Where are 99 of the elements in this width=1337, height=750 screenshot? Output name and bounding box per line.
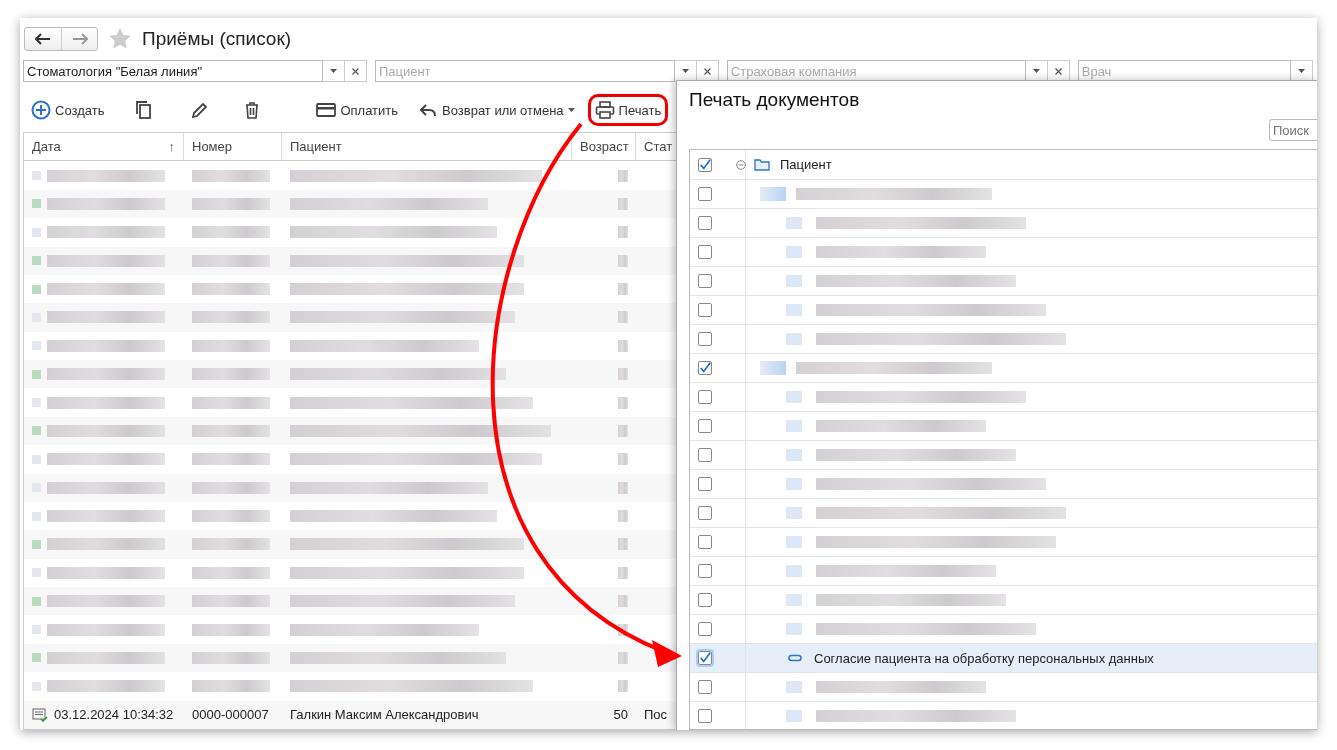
blurred-text: [618, 481, 628, 494]
checkbox[interactable]: [698, 622, 712, 636]
checkbox[interactable]: [698, 564, 712, 578]
blurred-text: [618, 368, 628, 381]
dropdown-icon[interactable]: [1298, 69, 1305, 73]
blurred-icon: [760, 187, 786, 201]
blurred-icon: [786, 681, 802, 693]
checkbox[interactable]: [698, 390, 712, 404]
dropdown-icon[interactable]: [329, 69, 337, 73]
filter-field[interactable]: Врач: [1077, 60, 1291, 82]
folder-icon: [754, 158, 770, 171]
blurred-text: [618, 510, 628, 523]
checkbox[interactable]: [698, 303, 712, 317]
checkbox[interactable]: [698, 593, 712, 607]
blurred-icon: [786, 536, 802, 548]
star-icon[interactable]: [108, 27, 132, 51]
column-header[interactable]: Возраст: [572, 133, 636, 161]
blurred-text: [618, 424, 628, 437]
age-cell-text: 50: [612, 707, 629, 723]
blurred-text: [618, 453, 628, 466]
checkbox[interactable]: [698, 332, 712, 346]
blurred-text: [618, 680, 628, 693]
card-icon: [316, 100, 337, 120]
sort-arrow: ↑: [168, 139, 175, 155]
return-button[interactable]: Возврат или отмена: [411, 94, 582, 126]
blurred-icon: [786, 246, 802, 258]
status-cell-text: Пос: [643, 707, 669, 723]
blurred-icon: [786, 623, 802, 635]
blurred-icon: [786, 420, 802, 432]
collapse-icon[interactable]: [736, 159, 746, 170]
dropdown-icon[interactable]: [1032, 69, 1040, 73]
patient-cell-text: Галкин Максим Александрович: [289, 707, 480, 723]
blurred-text: [618, 169, 628, 182]
filter-field[interactable]: Страховая компания: [726, 60, 1026, 82]
blurred-icon: [786, 507, 802, 519]
blurred-text: [618, 197, 628, 210]
search-field[interactable]: Поиск: [1269, 119, 1317, 141]
blurred-icon: [786, 217, 802, 229]
checkbox[interactable]: [698, 448, 712, 462]
blurred-icon: [786, 594, 802, 606]
pay-button[interactable]: Оплатить: [309, 94, 406, 126]
blurred-text: [618, 339, 628, 352]
plus-icon: [31, 100, 51, 120]
checkbox[interactable]: [698, 535, 712, 549]
blurred-text: [618, 283, 628, 296]
filter-field[interactable]: Пациент: [374, 60, 675, 82]
blurred-icon: [786, 478, 802, 490]
window-title: Приёмы (список): [142, 28, 292, 50]
dropdown-icon[interactable]: [681, 69, 689, 73]
checkbox[interactable]: [698, 419, 712, 433]
blurred-icon: [760, 361, 786, 375]
column-header[interactable]: Дата ↑: [24, 133, 184, 161]
column-header[interactable]: Номер: [184, 133, 282, 161]
document-icon: [788, 654, 802, 662]
back-arrow-icon: [35, 33, 51, 45]
blurred-icon: [786, 565, 802, 577]
filter-field[interactable]: Стоматология "Белая линия": [23, 60, 323, 82]
checkbox[interactable]: [698, 709, 712, 723]
checkbox[interactable]: [698, 506, 712, 520]
blurred-text: [618, 396, 628, 409]
blurred-icon: [786, 710, 802, 722]
checkbox[interactable]: [698, 361, 712, 375]
dialog-title: Печать документов: [688, 88, 861, 112]
checkbox[interactable]: [698, 274, 712, 288]
column-header[interactable]: Пациент: [282, 133, 572, 161]
caret-icon: [567, 108, 575, 112]
checkbox[interactable]: [698, 680, 712, 694]
date-cell: 03.12.2024 10:34:32: [54, 707, 174, 723]
number-cell-text: 0000-000007: [191, 707, 270, 723]
checkbox[interactable]: [698, 157, 712, 172]
blurred-text: [618, 538, 628, 551]
checkbox[interactable]: [698, 187, 712, 201]
blurred-text: [618, 311, 628, 324]
create-button[interactable]: Создать: [24, 94, 112, 126]
forward-arrow-icon: [71, 33, 88, 45]
print-button[interactable]: Печать: [587, 94, 669, 126]
close-icon[interactable]: [351, 67, 359, 75]
document-check-icon: [32, 707, 48, 722]
blurred-text: [618, 254, 628, 267]
blurred-icon: [786, 275, 802, 287]
printer-icon: [594, 100, 615, 120]
checkbox[interactable]: [698, 245, 712, 259]
close-icon[interactable]: [1054, 67, 1062, 75]
checkbox[interactable]: [698, 216, 712, 230]
close-icon[interactable]: [703, 67, 711, 75]
blurred-icon: [786, 391, 802, 403]
blurred-icon: [786, 449, 802, 461]
checkbox[interactable]: [698, 477, 712, 491]
blurred-text: [618, 566, 628, 579]
blurred-text: [618, 226, 628, 239]
group-name: Пациент: [780, 157, 832, 172]
blurred-text: [618, 595, 628, 608]
blurred-text: [618, 623, 628, 636]
checkbox[interactable]: [698, 651, 712, 665]
blurred-icon: [786, 333, 802, 345]
blurred-icon: [786, 304, 802, 316]
blurred-text: [618, 651, 628, 664]
selected-row[interactable]: Согласие пациента на обработку персональных данных: [690, 644, 1317, 673]
document-name: Согласие пациента на обработку персональных данных: [814, 650, 1154, 666]
